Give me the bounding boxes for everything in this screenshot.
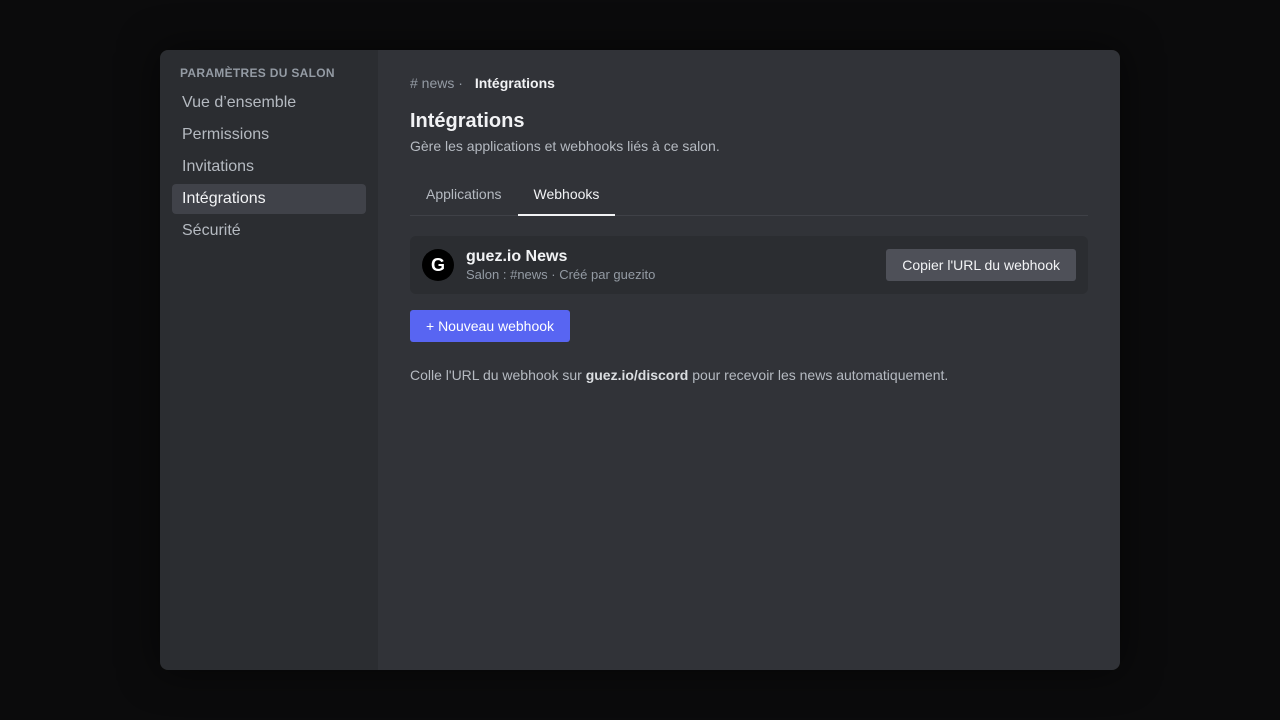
webhook-name: guez.io News <box>466 247 568 265</box>
sidebar-heading: PARAMÈTRES DU SALON <box>180 66 335 80</box>
page-description: Gère les applications et webhooks liés à… <box>410 138 720 154</box>
copy-webhook-url-button[interactable]: Copier l'URL du webhook <box>886 249 1076 281</box>
sidebar-item-integrations[interactable]: Intégrations <box>172 184 366 214</box>
hint-text-after: pour recevoir les news automatiquement. <box>688 367 949 383</box>
sidebar-item-permissions[interactable]: Permissions <box>172 120 366 150</box>
webhook-info: guez.io News Salon : #news · Créé par gu… <box>466 248 886 283</box>
tab-applications[interactable]: Applications <box>410 178 518 216</box>
sidebar-item-invitations[interactable]: Invitations <box>172 152 366 182</box>
breadcrumb-separator: · <box>458 75 463 91</box>
sidebar-item-overview[interactable]: Vue d’ensemble <box>172 88 366 118</box>
tab-bar: Applications Webhooks <box>410 178 1088 216</box>
hint-link: guez.io/discord <box>585 367 689 383</box>
page-title: Intégrations <box>410 110 525 132</box>
webhook-card[interactable]: G guez.io News Salon : #news · Créé par … <box>410 236 1088 294</box>
breadcrumb-current: Intégrations <box>474 75 555 91</box>
settings-sidebar: PARAMÈTRES DU SALON Vue d’ensemble Permi… <box>160 50 378 670</box>
webhook-meta: Salon : #news · Créé par guezito <box>466 266 656 282</box>
settings-content: # news · Intégrations Intégrations Gère … <box>378 50 1120 670</box>
tab-webhooks[interactable]: Webhooks <box>517 178 616 216</box>
new-webhook-button[interactable]: + Nouveau webhook <box>410 310 571 342</box>
hint-text-before: Colle l'URL du webhook sur <box>410 367 586 383</box>
sidebar-item-security[interactable]: Sécurité <box>172 216 366 246</box>
breadcrumb: # news · Intégrations <box>410 74 1088 92</box>
breadcrumb-channel[interactable]: # news <box>410 75 454 91</box>
webhook-avatar: G <box>422 249 454 281</box>
channel-settings-modal: PARAMÈTRES DU SALON Vue d’ensemble Permi… <box>160 50 1120 670</box>
webhook-hint: Colle l'URL du webhook sur guez.io/disco… <box>410 366 1088 384</box>
